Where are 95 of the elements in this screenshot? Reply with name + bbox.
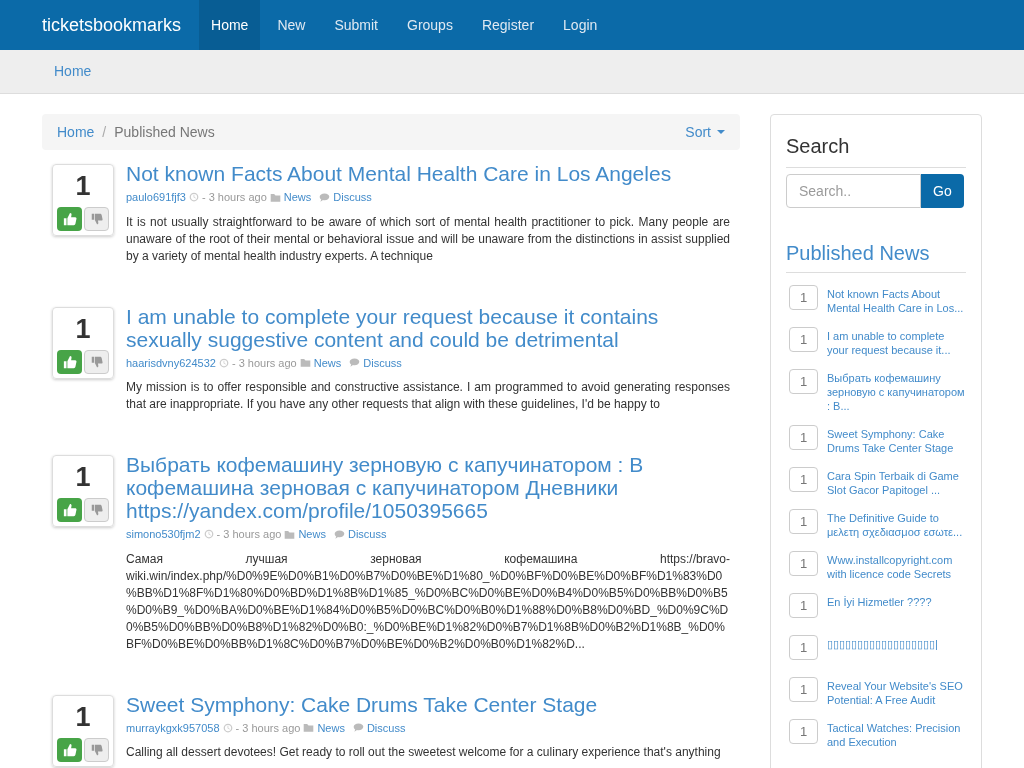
headline-link[interactable]: Reveal Your Website's SEO Potential: A Free Audit [827,679,966,707]
vote-count: 1 [789,285,818,310]
comment-icon [333,528,345,540]
thumbs-up-icon [62,742,77,757]
upvote-button[interactable] [57,737,82,762]
post-time: - 3 hours ago [235,720,301,736]
article-title[interactable]: I am unable to complete your request because it contains sexually suggestive content and could be detrimental [126,304,730,351]
nav-tab[interactable]: Register [469,0,547,50]
upvote-button[interactable] [57,498,82,522]
thumbs-down-icon [90,504,103,516]
downvote-button[interactable] [84,207,109,231]
post-time: - 3 hours ago [231,355,297,371]
folder-icon [299,357,311,369]
folder-icon [303,722,315,734]
thumbs-up-icon [62,354,77,369]
article-title[interactable]: Not known Facts About Mental Health Care in Los Angeles [126,162,730,185]
folder-icon [269,191,281,203]
nav-tab[interactable]: New [265,0,318,50]
clock-icon [218,357,229,368]
article-excerpt: It is not usually straightforward to be aware of which sort of mental health practitioner to pick. Many people are unaware of the root of their mental or behavioral issue and will be unaware from the distinctions in assist supplied by a variety of mental health industry experts. A technique [126,213,730,265]
headline-link[interactable]: En İyi Hizmetler ???? [827,595,966,609]
headline-link[interactable]: Выбрать кофемашину зерновую с капучинатором : В... [827,371,966,413]
thumbs-up-icon [62,503,77,517]
headline-link[interactable]: Tactical Watches: Precision and Execution [827,721,966,749]
headline-link[interactable]: Www.installcopyright.com with licence code Secrets [827,553,966,581]
author-link[interactable]: paulo691fjf3 [126,189,186,206]
headline-link[interactable]: Sweet Symphony: Cake Drums Take Center Stage [827,427,966,455]
vote-count: 1 [789,327,818,352]
category-link[interactable]: News [317,719,345,736]
vote-count: 1 [75,461,91,494]
article-excerpt: My mission is to offer responsible and constructive assistance. I am programmed to avoid generating responses that are inappropriate. If you have any other requests that align with these guidelines, I'd be happy to [126,379,730,413]
downvote-button[interactable] [84,349,109,374]
article-excerpt: Самая лучшая зерновая кофемашина https://bravo-wiki.win/index.php/%D0%9E%D0%B1%D0%B7%D0%BE%D1%80_%D0%BF%D0%BE%D0%BF%D1%83%D0%BB%D1%8F%D1%80%D0%BD%D1%8B%D1%85_%D0%BC%D0%BE%D0%B4%D0%B5%D0%BB%D0%B5%D0%B9_%D0%BA%D0%BE%D1%84%D0%B5%D0%BC%D0%B0%D1%88%D0%B8%D0%BD_%D0%9C%D0%B5%D0%BB%D0%B8%D1%82%D0%B0:_%D0%BE%D1%82%D0%B7%D1%8B%D0%B2%D1%8B_%D0%BF%D0%BE%D0%BB%D1%8C%D0%B7%D0%BE%D0%B2%D0%B0%D1%82%D... [126,550,730,653]
clock-icon [188,192,199,203]
search-field[interactable]: Search.. [786,174,921,208]
thumbs-down-icon [90,213,103,225]
article-title[interactable]: Sweet Symphony: Cake Drums Take Center Stage [126,692,730,716]
headline-link[interactable]: Not known Facts About Mental Health Care in Los... [827,287,966,315]
clock-icon [222,722,233,733]
thumbs-down-icon [90,355,103,368]
vote-count: 1 [789,509,818,534]
vote-count: 1 [789,635,818,660]
category-link[interactable]: News [298,526,326,543]
headline-link[interactable]: Cara Spin Terbaik di Game Slot Gacor Papitogel ... [827,469,966,497]
discuss-link[interactable]: Discuss [347,526,387,543]
vote-count: 1 [789,425,818,450]
vote-count: 1 [789,593,818,618]
upvote-button[interactable] [57,349,82,374]
article-title[interactable]: Выбрать кофемашину зерновую с капучинатором : В кофемашина зерновая с капучинатором Дневники https://yandex.com/profile/1050395665 [126,453,730,522]
vote-count: 1 [789,467,818,492]
comment-icon [319,191,331,203]
nav-tab[interactable]: Submit [322,0,390,50]
caret-icon [717,130,725,134]
article-excerpt: Calling all dessert devotees! Get ready to roll out the sweetest welcome for a culinary experience that's anything [126,744,722,761]
thumbs-down-icon [90,743,103,756]
author-link[interactable]: simono530fjm2 [126,526,201,543]
post-time: - 3 hours ago [216,527,282,542]
breadcrumb-link[interactable]: Home [54,61,92,82]
category-link[interactable]: News [313,354,342,371]
author-link[interactable]: murraykgxk957058 [126,719,220,736]
nav-tab[interactable]: Groups [395,0,465,50]
breadcrumb-separator: / [101,122,108,142]
vote-count: 1 [789,677,818,702]
sidebar-heading: Published News [786,238,966,273]
breadcrumb-link[interactable]: Home [57,121,95,143]
sort-dropdown[interactable]: Sort [685,121,725,143]
post-time: - 3 hours ago [201,190,267,205]
headline-link[interactable]: ▯▯▯▯▯▯▯▯▯▯▯▯▯▯▯▯▯▯| [827,637,966,651]
vote-count: 1 [789,719,818,744]
author-link[interactable]: haarisdvny624532 [126,354,216,371]
vote-count: 1 [789,369,818,394]
discuss-link[interactable]: Discuss [333,189,372,206]
headline-link[interactable]: The Definitive Guide to μελετη σχεδιασμοσ εσωτε... [827,511,966,539]
sidebar-heading: Search [786,131,966,168]
nav-tab[interactable]: Login [551,0,610,50]
downvote-button[interactable] [84,498,109,522]
vote-count: 1 [789,551,818,576]
discuss-link[interactable]: Discuss [366,719,406,736]
comment-icon [349,357,361,369]
discuss-link[interactable]: Discuss [363,354,402,371]
go-button[interactable]: Go [921,174,964,208]
vote-count: 1 [75,312,91,346]
category-link[interactable]: News [283,189,312,206]
site-brand[interactable]: ticketsbookmarks [27,0,197,50]
nav-tab[interactable]: Home [199,0,261,50]
comment-icon [352,722,364,734]
folder-icon [284,528,296,540]
downvote-button[interactable] [84,737,109,762]
breadcrumb-current: Published News [114,122,215,142]
clock-icon [203,529,214,540]
thumbs-up-icon [62,212,77,226]
upvote-button[interactable] [57,207,82,231]
vote-count: 1 [75,700,91,734]
headline-link[interactable]: I am unable to complete your request because it... [827,329,966,357]
vote-count: 1 [75,170,91,203]
